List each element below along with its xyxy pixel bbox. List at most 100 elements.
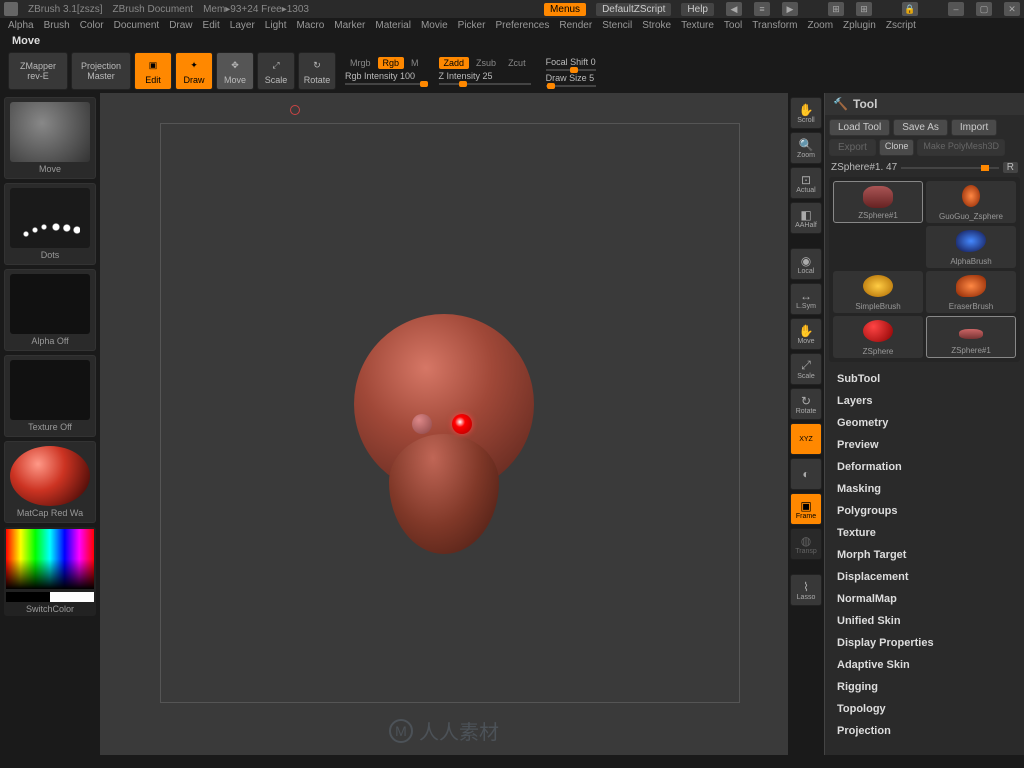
- xyz-button[interactable]: XYZ: [790, 423, 822, 455]
- menu-preferences[interactable]: Preferences: [495, 20, 549, 31]
- dock-left-icon[interactable]: ⊞: [828, 2, 844, 16]
- menu-zoom[interactable]: Zoom: [807, 20, 833, 31]
- tool-name-label[interactable]: ZSphere#1. 47: [831, 162, 897, 173]
- close-icon[interactable]: ✕: [1004, 2, 1020, 16]
- nav-stripes-icon[interactable]: ≡: [754, 2, 770, 16]
- draw-size-label[interactable]: Draw Size 5: [546, 73, 596, 83]
- tool-guoguo[interactable]: GuoGuo_Zsphere: [926, 181, 1016, 223]
- rgb-intensity-label[interactable]: Rgb Intensity 100: [345, 71, 424, 81]
- edit-button[interactable]: ▣Edit: [134, 52, 172, 90]
- export-button[interactable]: Export: [829, 139, 876, 156]
- color-white-swatch[interactable]: [50, 592, 94, 602]
- zcut-toggle[interactable]: Zcut: [503, 57, 531, 69]
- minimize-icon[interactable]: –: [948, 2, 964, 16]
- section-rigging[interactable]: Rigging: [825, 676, 1024, 698]
- aahalf-button[interactable]: ◧AAHalf: [790, 202, 822, 234]
- frame-button[interactable]: ▣Frame: [790, 493, 822, 525]
- menu-document[interactable]: Document: [114, 20, 160, 31]
- mrgb-toggle[interactable]: Mrgb: [345, 57, 376, 69]
- lasso-button[interactable]: ⌇Lasso: [790, 574, 822, 606]
- transp-button[interactable]: ◍Transp: [790, 528, 822, 560]
- section-projection[interactable]: Projection: [825, 720, 1024, 742]
- rotate-view-button[interactable]: ↻Rotate: [790, 388, 822, 420]
- menu-zscript[interactable]: Zscript: [886, 20, 916, 31]
- menu-marker[interactable]: Marker: [334, 20, 365, 31]
- persp-button[interactable]: ◐: [790, 458, 822, 490]
- section-subtool[interactable]: SubTool: [825, 368, 1024, 390]
- zscript-button[interactable]: DefaultZScript: [596, 3, 671, 16]
- nav-left-icon[interactable]: ◀: [726, 2, 742, 16]
- m-toggle[interactable]: M: [406, 57, 424, 69]
- tool-zsphere1[interactable]: ZSphere#1: [833, 181, 923, 223]
- color-picker[interactable]: SwitchColor: [4, 527, 96, 616]
- section-normalmap[interactable]: NormalMap: [825, 588, 1024, 610]
- tool-r-button[interactable]: R: [1003, 162, 1018, 173]
- import-button[interactable]: Import: [951, 119, 997, 136]
- section-morph-target[interactable]: Morph Target: [825, 544, 1024, 566]
- section-topology[interactable]: Topology: [825, 698, 1024, 720]
- draw-button[interactable]: ✦Draw: [175, 52, 213, 90]
- lock-icon[interactable]: 🔒: [902, 2, 918, 16]
- lsym-button[interactable]: ↔L.Sym: [790, 283, 822, 315]
- viewport[interactable]: M 人人素材: [100, 93, 788, 755]
- section-polygroups[interactable]: Polygroups: [825, 500, 1024, 522]
- menu-stroke[interactable]: Stroke: [642, 20, 671, 31]
- menus-button[interactable]: Menus: [544, 3, 586, 16]
- nav-right-icon[interactable]: ▶: [782, 2, 798, 16]
- projection-master-button[interactable]: ProjectionMaster: [71, 52, 131, 90]
- menu-macro[interactable]: Macro: [296, 20, 324, 31]
- zoom-button[interactable]: 🔍Zoom: [790, 132, 822, 164]
- menu-movie[interactable]: Movie: [421, 20, 448, 31]
- menu-light[interactable]: Light: [265, 20, 287, 31]
- zsub-toggle[interactable]: Zsub: [471, 57, 501, 69]
- menu-alpha[interactable]: Alpha: [8, 20, 34, 31]
- zmapper-button[interactable]: ZMapperrev-E: [8, 52, 68, 90]
- menu-tool[interactable]: Tool: [724, 20, 742, 31]
- tool-simplebrush[interactable]: SimpleBrush: [833, 271, 923, 313]
- local-button[interactable]: ◉Local: [790, 248, 822, 280]
- maximize-icon[interactable]: ▢: [976, 2, 992, 16]
- section-unified-skin[interactable]: Unified Skin: [825, 610, 1024, 632]
- menu-render[interactable]: Render: [559, 20, 592, 31]
- color-black-swatch[interactable]: [6, 592, 50, 602]
- section-layers[interactable]: Layers: [825, 390, 1024, 412]
- menu-transform[interactable]: Transform: [752, 20, 797, 31]
- move-button[interactable]: ✥Move: [216, 52, 254, 90]
- menu-brush[interactable]: Brush: [44, 20, 70, 31]
- texture-thumb[interactable]: Texture Off: [4, 355, 96, 437]
- rotate-button[interactable]: ↻Rotate: [298, 52, 336, 90]
- menu-color[interactable]: Color: [80, 20, 104, 31]
- color-gradient[interactable]: [6, 529, 94, 589]
- dock-right-icon[interactable]: ⊞: [856, 2, 872, 16]
- clone-button[interactable]: Clone: [879, 139, 915, 156]
- help-button[interactable]: Help: [681, 3, 714, 16]
- menu-zplugin[interactable]: Zplugin: [843, 20, 876, 31]
- rgb-intensity-slider[interactable]: [345, 83, 424, 85]
- section-adaptive-skin[interactable]: Adaptive Skin: [825, 654, 1024, 676]
- focal-shift-slider[interactable]: [546, 69, 596, 71]
- menu-edit[interactable]: Edit: [203, 20, 220, 31]
- focal-shift-label[interactable]: Focal Shift 0: [546, 57, 596, 67]
- save-as-button[interactable]: Save As: [893, 119, 948, 136]
- menu-material[interactable]: Material: [375, 20, 411, 31]
- actual-button[interactable]: ⊡Actual: [790, 167, 822, 199]
- section-preview[interactable]: Preview: [825, 434, 1024, 456]
- stroke-thumb[interactable]: Dots: [4, 183, 96, 265]
- material-thumb[interactable]: MatCap Red Wa: [4, 441, 96, 523]
- z-intensity-slider[interactable]: [439, 83, 531, 85]
- brush-thumb[interactable]: Move: [4, 97, 96, 179]
- section-displacement[interactable]: Displacement: [825, 566, 1024, 588]
- tool-zsphere[interactable]: ZSphere: [833, 316, 923, 358]
- section-geometry[interactable]: Geometry: [825, 412, 1024, 434]
- scale-view-button[interactable]: ⤢Scale: [790, 353, 822, 385]
- load-tool-button[interactable]: Load Tool: [829, 119, 890, 136]
- tool-panel-header[interactable]: 🔨 Tool: [825, 93, 1024, 115]
- switch-color-button[interactable]: SwitchColor: [6, 604, 94, 614]
- tool-eraserbrush[interactable]: EraserBrush: [926, 271, 1016, 313]
- scroll-button[interactable]: ✋Scroll: [790, 97, 822, 129]
- draw-size-slider[interactable]: [546, 85, 596, 87]
- move-view-button[interactable]: ✋Move: [790, 318, 822, 350]
- menu-picker[interactable]: Picker: [458, 20, 486, 31]
- make-polymesh-button[interactable]: Make PolyMesh3D: [917, 139, 1005, 156]
- menu-layer[interactable]: Layer: [230, 20, 255, 31]
